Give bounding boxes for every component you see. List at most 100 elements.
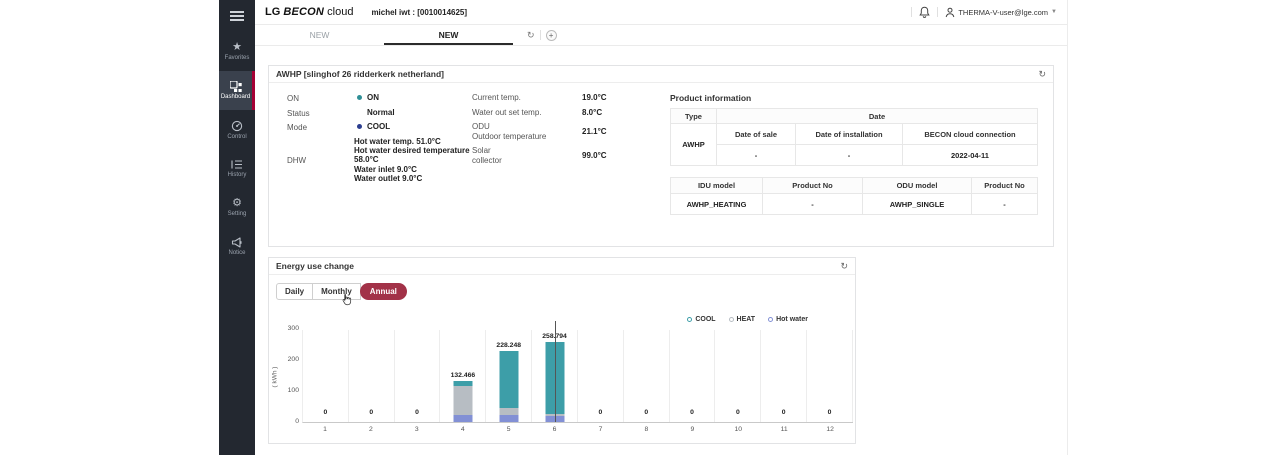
x-axis-tick: 12 — [807, 426, 853, 433]
energy-refresh-icon[interactable]: ↻ — [840, 262, 848, 271]
on-status-dot — [357, 95, 362, 100]
sidebar-item-label: Notice — [228, 250, 245, 256]
monthly-button[interactable]: Monthly — [313, 283, 361, 300]
cell-idu-product-no: - — [763, 194, 863, 215]
bar-segment-heat — [499, 408, 518, 415]
tab-bar: NEW NEW ↻ + — [255, 25, 1067, 46]
x-axis-tick: 4 — [440, 426, 486, 433]
tab-new-1[interactable]: NEW — [255, 25, 384, 45]
sidebar-item-control[interactable]: Control — [219, 110, 255, 149]
x-axis-tick: 6 — [532, 426, 578, 433]
col-header-date: Date — [717, 109, 1038, 124]
chart-column: 132.466 — [440, 330, 486, 422]
chart-column: 0 — [578, 330, 624, 422]
bar-total-label: 228.248 — [496, 342, 521, 349]
daily-button[interactable]: Daily — [276, 283, 313, 300]
main-area: LG BECON cloud michel iwt : [0010014625]… — [255, 0, 1068, 455]
annual-button[interactable]: Annual — [360, 283, 407, 300]
chart-x-labels: 123456789101112 — [302, 426, 853, 433]
stacked-bar-month-5[interactable] — [499, 351, 518, 422]
dhw-values: Hot water temp. 51.0°C Hot water desired… — [354, 137, 472, 184]
status-row-mode: Mode COOL — [287, 122, 472, 132]
gear-icon: ⚙ — [232, 198, 242, 209]
period-button-group: Daily Monthly Annual — [276, 283, 407, 300]
legend-dot-heat — [729, 317, 734, 322]
legend-dot-hot-water — [768, 317, 773, 322]
tab-refresh-icon[interactable]: ↻ — [527, 31, 535, 40]
cell-date-of-installation: - — [796, 145, 903, 166]
y-axis-tick: 200 — [288, 356, 299, 363]
person-icon — [945, 7, 955, 18]
col-header-product-no: Product No — [763, 178, 863, 194]
sidebar-item-dashboard[interactable]: Dashboard — [219, 71, 255, 110]
megaphone-icon — [231, 237, 243, 248]
sidebar: ★ Favorites Dashboard Control History ⚙ … — [219, 0, 255, 455]
bar-segment-hot-water — [499, 415, 518, 422]
status-value: COOL — [367, 122, 390, 131]
x-axis-tick: 2 — [348, 426, 394, 433]
add-tab-button[interactable]: + — [546, 30, 557, 41]
sidebar-item-label: History — [228, 172, 247, 178]
notification-bell-icon[interactable] — [919, 6, 930, 18]
awhp-panel-title: AWHP [slinghof 26 ridderkerk netherland] — [276, 69, 444, 79]
sidebar-item-setting[interactable]: ⚙ Setting — [219, 188, 255, 227]
chart-column: 0 — [715, 330, 761, 422]
col-header-product-no: Product No — [972, 178, 1038, 194]
sidebar-item-history[interactable]: History — [219, 149, 255, 188]
measurement-row: ODU Outdoor temperature 21.1°C — [472, 122, 668, 141]
menu-hamburger-icon[interactable] — [219, 0, 255, 32]
stacked-bar-month-4[interactable] — [453, 381, 472, 422]
bar-total-label: 0 — [324, 409, 328, 416]
bar-total-label: 0 — [736, 409, 740, 416]
chevron-down-icon: ▼ — [1051, 9, 1057, 15]
tab-new-2-active[interactable]: NEW — [384, 25, 513, 45]
device-title: michel iwt : [0010014625] — [371, 8, 467, 17]
awhp-refresh-icon[interactable]: ↻ — [1038, 70, 1046, 79]
col-header-type: Type — [671, 109, 717, 124]
user-account-menu[interactable]: THERMA-V-user@lge.com ▼ — [945, 7, 1057, 18]
x-axis-tick: 11 — [761, 426, 807, 433]
status-row-dhw: DHW Hot water temp. 51.0°C Hot water des… — [287, 137, 472, 184]
y-axis-tick: 0 — [295, 418, 299, 425]
logo-cloud: cloud — [327, 6, 353, 18]
dot-spacer — [344, 139, 349, 144]
legend-dot-cool — [687, 317, 692, 322]
x-axis-tick: 3 — [394, 426, 440, 433]
divider — [911, 7, 912, 17]
chart-legend: COOL HEAT Hot water — [687, 316, 808, 323]
legend-item-hot-water[interactable]: Hot water — [768, 316, 808, 323]
y-axis-tick: 100 — [288, 387, 299, 394]
x-axis-tick: 1 — [302, 426, 348, 433]
measurement-value: 19.0°C — [582, 93, 607, 102]
bar-total-label: 0 — [644, 409, 648, 416]
awhp-status-panel: AWHP [slinghof 26 ridderkerk netherland]… — [268, 65, 1054, 247]
sidebar-item-favorites[interactable]: ★ Favorites — [219, 32, 255, 71]
lg-becon-cloud-logo[interactable]: LG BECON cloud — [265, 6, 353, 18]
sidebar-item-label: Dashboard — [221, 94, 250, 100]
status-label: Mode — [287, 122, 357, 132]
product-model-table: IDU model Product No ODU model Product N… — [670, 177, 1038, 215]
mode-status-dot — [357, 124, 362, 129]
logo-lg: LG — [265, 6, 280, 18]
energy-use-panel: Energy use change ↻ Daily Monthly Annual… — [268, 257, 856, 444]
chart-column: 0 — [807, 330, 853, 422]
status-block: ON ON Status Normal Mode COOL DHW — [287, 93, 472, 226]
legend-item-cool[interactable]: COOL — [687, 316, 715, 323]
cell-idu-model: AWHP_HEATING — [671, 194, 763, 215]
measurement-row: Solar collector 99.0°C — [472, 146, 668, 165]
top-bar: LG BECON cloud michel iwt : [0010014625]… — [255, 0, 1067, 25]
measurement-value: 99.0°C — [582, 151, 607, 160]
status-label: DHW — [287, 155, 344, 165]
app-window: ★ Favorites Dashboard Control History ⚙ … — [219, 0, 1068, 455]
chart-column: 228.248 — [486, 330, 532, 422]
control-dial-icon — [231, 120, 243, 132]
legend-item-heat[interactable]: HEAT — [729, 316, 756, 323]
sidebar-item-notice[interactable]: Notice — [219, 227, 255, 266]
divider — [937, 7, 938, 17]
bar-total-label: 0 — [369, 409, 373, 416]
bar-total-label: 132.466 — [451, 372, 476, 379]
status-row-status: Status Normal — [287, 108, 472, 118]
dashboard-content: AWHP [slinghof 26 ridderkerk netherland]… — [255, 46, 1067, 455]
chart-column: 0 — [395, 330, 441, 422]
bar-total-label: 0 — [828, 409, 832, 416]
